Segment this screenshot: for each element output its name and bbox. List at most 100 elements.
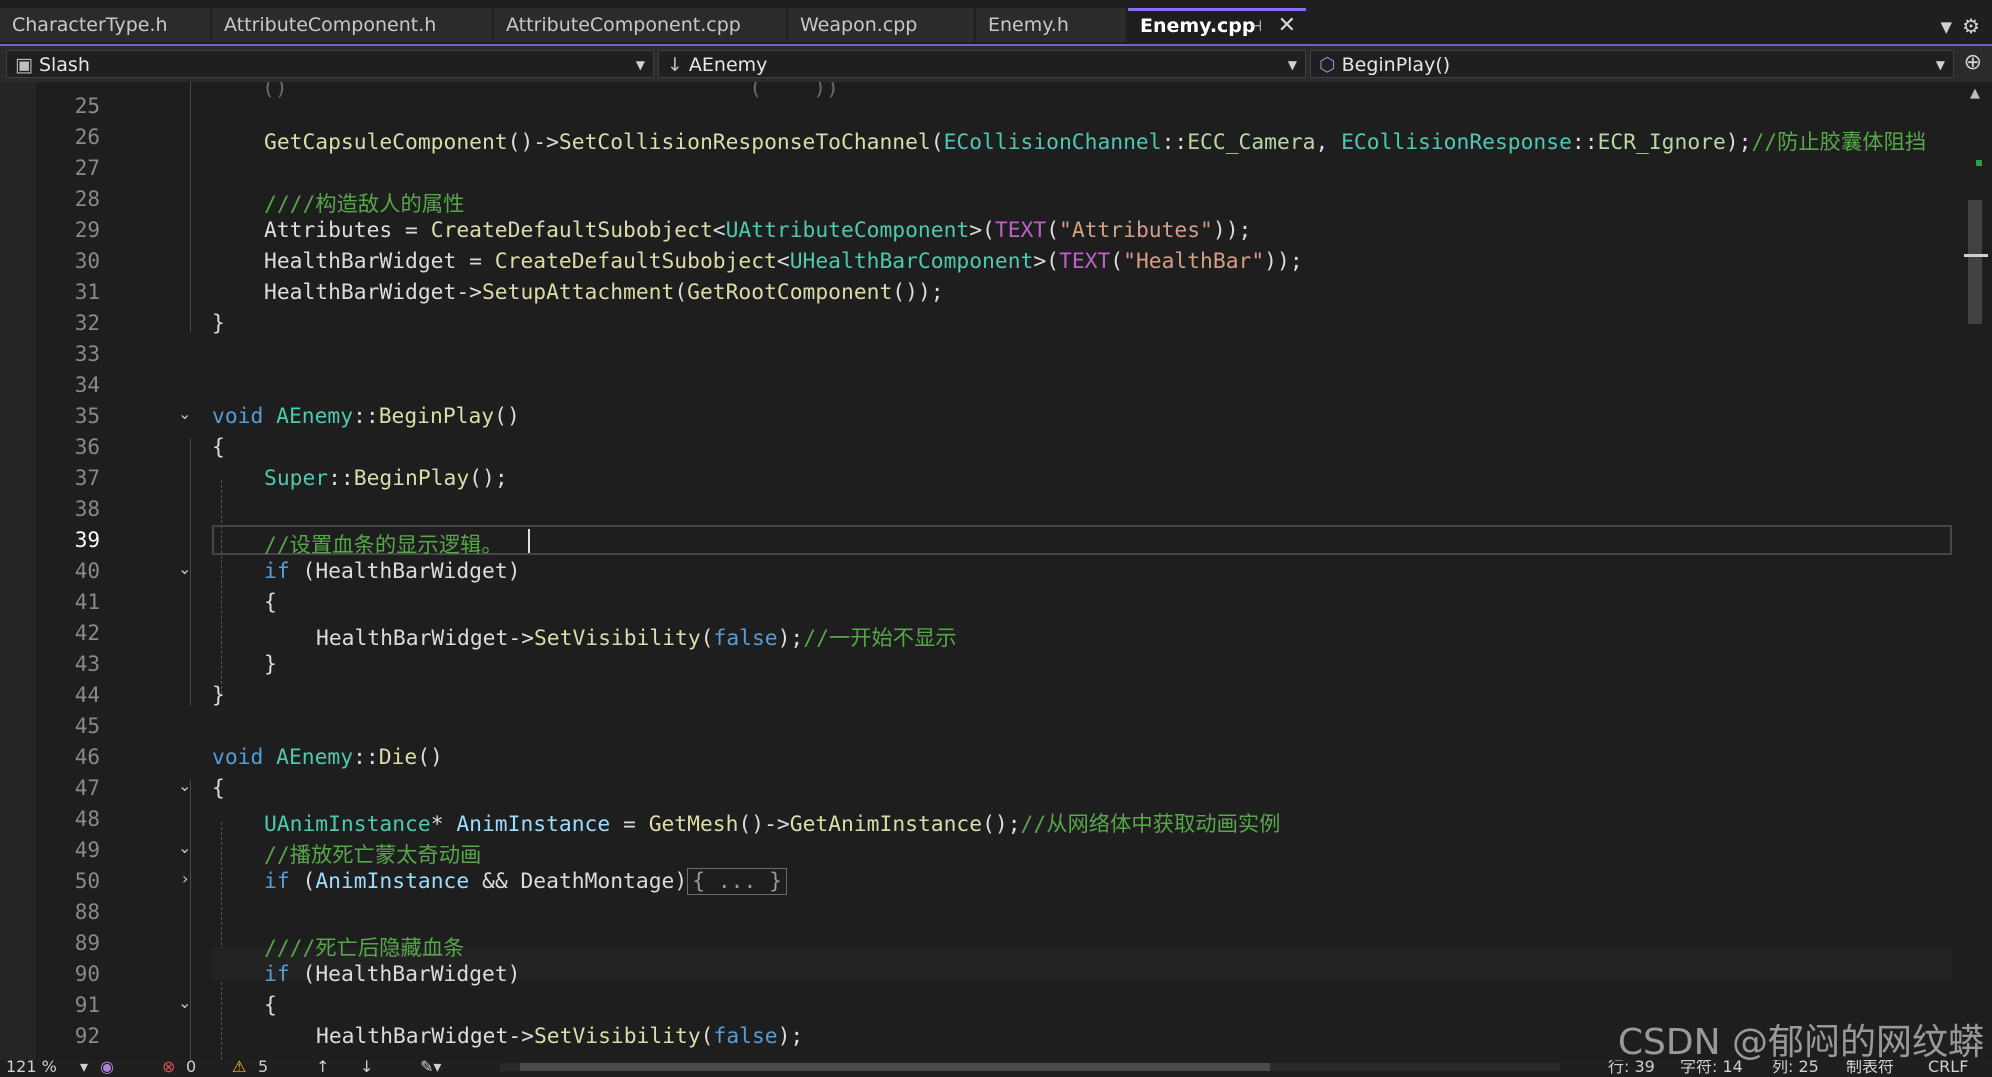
line-number: 36 — [74, 435, 100, 459]
line-number: 38 — [74, 497, 100, 521]
dropdown-icon: ▼ — [1287, 58, 1297, 72]
tab-weapon-cpp[interactable]: Weapon.cpp — [788, 8, 974, 42]
code-line-47: { — [212, 776, 225, 801]
member-name: BeginPlay() — [1341, 54, 1451, 76]
scope-dropdown[interactable]: ↓ AEnemy ▼ — [658, 50, 1306, 78]
line-number: 92 — [74, 1024, 100, 1048]
line-number: 30 — [74, 249, 100, 273]
line-number: 89 — [74, 931, 100, 955]
warning-count: 5 — [258, 1060, 269, 1076]
tab-charactertype-h[interactable]: CharacterType.h — [0, 8, 210, 42]
fold-chevron-icon[interactable]: ⌄ — [178, 993, 191, 1012]
tab-attributecomponent-cpp[interactable]: AttributeComponent.cpp — [494, 8, 786, 42]
tab-label: Enemy.cpp — [1140, 15, 1256, 37]
line-number: 40 — [74, 559, 100, 583]
watermark: CSDN @郁闷的网纹蟒 — [1617, 1022, 1984, 1063]
line-number: 43 — [74, 652, 100, 676]
collapsed-block[interactable]: { ... } — [687, 868, 787, 895]
line-number: 33 — [74, 342, 100, 366]
line-number: 47 — [74, 776, 100, 800]
tab-attributecomponent-h[interactable]: AttributeComponent.h — [212, 8, 492, 42]
line-number: 91 — [74, 993, 100, 1017]
tab-enemy-cpp[interactable]: Enemy.cpp ⊣ ✕ — [1128, 8, 1306, 42]
line-number: 44 — [74, 683, 100, 707]
code-line-28: ////构造敌人的属性 — [264, 192, 465, 217]
code-line-32: } — [212, 311, 225, 336]
fold-chevron-icon[interactable]: ⌄ — [178, 559, 191, 578]
scope-arrow-icon: ↓ — [667, 54, 683, 76]
scope-name: AEnemy — [688, 54, 768, 76]
settings-icon[interactable]: ⚙ — [1962, 14, 1980, 38]
change-marker — [1976, 160, 1982, 166]
editor-margin — [0, 82, 36, 1060]
line-number: 42 — [74, 621, 100, 645]
caret-marker — [1964, 254, 1988, 257]
tab-label: AttributeComponent.cpp — [506, 14, 741, 36]
warning-icon[interactable]: ⚠ — [232, 1060, 246, 1077]
dropdown-icon: ▼ — [635, 58, 645, 72]
line-number: 41 — [74, 590, 100, 614]
code-line-49: //播放死亡蒙太奇动画 — [264, 843, 482, 868]
member-dropdown[interactable]: ⬡ BeginPlay() ▼ — [1310, 50, 1954, 78]
line-number: 45 — [74, 714, 100, 738]
fold-chevron-icon[interactable]: ⌄ — [178, 404, 191, 423]
down-arrow-icon[interactable]: ↓ — [360, 1060, 373, 1077]
code-editor[interactable]: 25 26 27 28 29 30 31 32 33 34 35 36 37 3… — [0, 82, 1960, 1060]
code-line-43: } — [264, 652, 277, 677]
code-line-35: void AEnemy::BeginPlay() — [212, 404, 520, 429]
text-caret — [528, 529, 530, 553]
indent-guide — [221, 480, 223, 694]
vertical-scrollbar[interactable]: ▲ — [1960, 82, 1992, 1060]
fold-chevron-icon[interactable]: ⌄ — [178, 776, 191, 795]
method-cube-icon: ⬡ — [1319, 54, 1336, 76]
tab-label: CharacterType.h — [12, 14, 168, 36]
horizontal-scrollbar-thumb[interactable] — [520, 1063, 1270, 1071]
up-arrow-icon[interactable]: ↑ — [316, 1060, 329, 1077]
line-number: 50 — [74, 869, 100, 893]
code-line-89: ////死亡后隐藏血条 — [264, 936, 465, 961]
error-icon[interactable]: ⊗ — [162, 1060, 175, 1077]
fold-chevron-icon[interactable]: ⌄ — [178, 838, 191, 857]
line-number: 88 — [74, 900, 100, 924]
line-number: 34 — [74, 373, 100, 397]
expand-chevron-icon[interactable]: › — [182, 869, 188, 888]
indent-guide — [221, 822, 223, 1060]
code-line-29: Attributes = CreateDefaultSubobject<UAtt… — [264, 218, 1252, 243]
code-line-46: void AEnemy::Die() — [212, 745, 443, 770]
code-line-30: HealthBarWidget = CreateDefaultSubobject… — [264, 249, 1303, 274]
scroll-up-icon[interactable]: ▲ — [1970, 86, 1980, 101]
line-number: 35 — [74, 404, 100, 428]
code-line-25: () ( )) — [262, 82, 839, 101]
code-line-44: } — [212, 683, 225, 708]
line-number: 90 — [74, 962, 100, 986]
navigation-bar: ▣ Slash ▼ ↓ AEnemy ▼ ⬡ BeginPlay() ▼ — [0, 46, 1992, 82]
pin-icon[interactable]: ⊣ — [1249, 11, 1262, 41]
dropdown-icon[interactable]: ▾ — [80, 1060, 88, 1077]
line-number: 46 — [74, 745, 100, 769]
brush-icon[interactable]: ✎▾ — [420, 1060, 441, 1077]
zoom-level[interactable]: 121 % — [6, 1060, 57, 1077]
project-dropdown[interactable]: ▣ Slash ▼ — [6, 50, 654, 78]
code-line-26: GetCapsuleComponent()->SetCollisionRespo… — [264, 130, 1927, 155]
tab-label: Enemy.h — [988, 14, 1069, 36]
line-number: 26 — [74, 125, 100, 149]
code-line-91: { — [264, 993, 277, 1018]
tab-enemy-h[interactable]: Enemy.h — [976, 8, 1126, 42]
project-name: Slash — [38, 54, 90, 76]
code-line-90: if (HealthBarWidget) — [264, 962, 521, 987]
error-count: 0 — [186, 1060, 197, 1076]
line-number: 27 — [74, 156, 100, 180]
tab-strip: CharacterType.h AttributeComponent.h Att… — [0, 0, 1992, 44]
line-number-current: 39 — [74, 528, 100, 552]
close-icon[interactable]: ✕ — [1278, 11, 1296, 41]
health-icon[interactable]: ◉ — [100, 1060, 114, 1077]
code-line-37: Super::BeginPlay(); — [264, 466, 508, 491]
split-icon[interactable]: ⊕ — [1964, 50, 1982, 75]
line-number: 28 — [74, 187, 100, 211]
scrollbar-thumb[interactable] — [1968, 200, 1982, 324]
dropdown-icon[interactable]: ▼ — [1940, 18, 1952, 36]
line-number: 31 — [74, 280, 100, 304]
code-line-41: { — [264, 590, 277, 615]
code-line-31: HealthBarWidget->SetupAttachment(GetRoot… — [264, 280, 944, 305]
tab-label: AttributeComponent.h — [224, 14, 437, 36]
